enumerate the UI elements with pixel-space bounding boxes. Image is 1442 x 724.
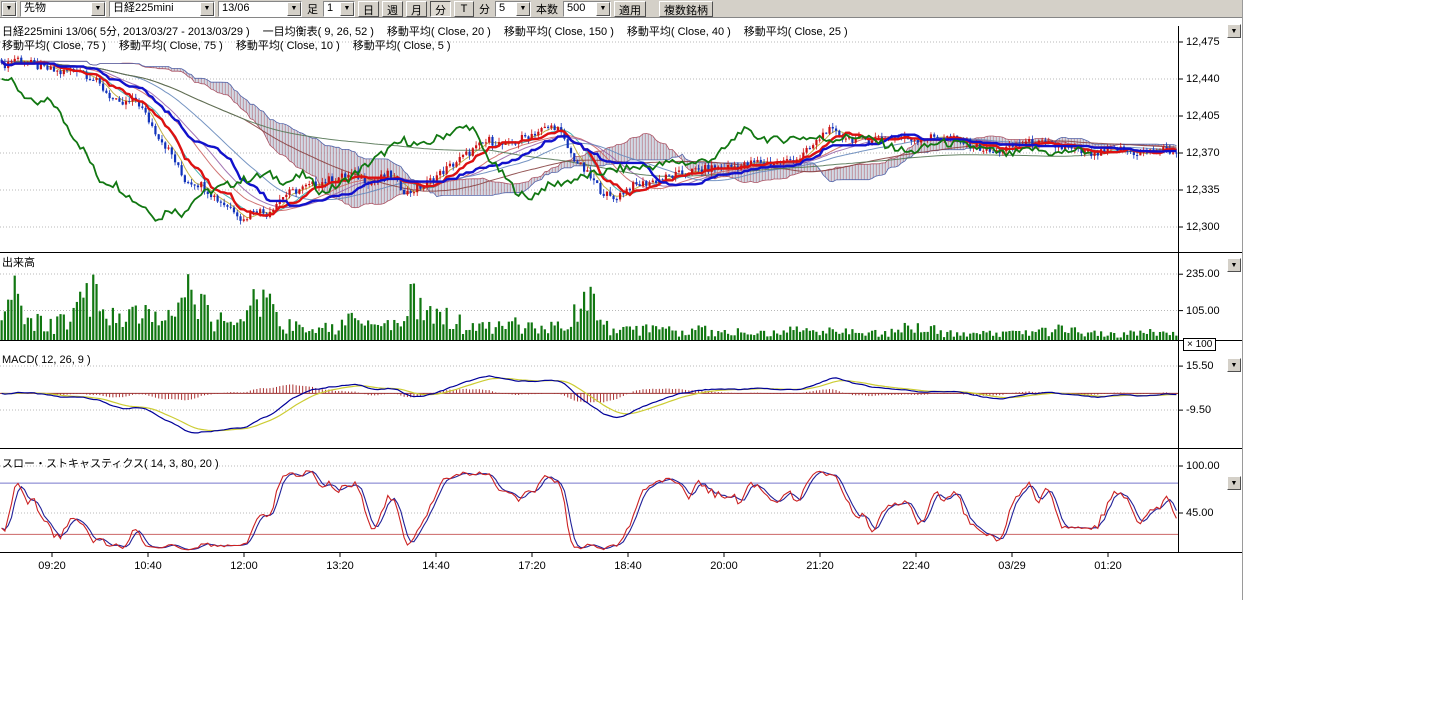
legend-item: 移動平均( Close, 75 ) xyxy=(119,37,223,53)
minute-interval-label: 分 xyxy=(477,1,492,17)
bar-count-value: 500 xyxy=(564,2,596,16)
volume-pane-title: 出来高 xyxy=(2,254,35,270)
period-tick-button[interactable]: T xyxy=(454,1,474,17)
minute-interval-dropdown[interactable]: 5 ▼ xyxy=(495,1,531,17)
legend-item: 移動平均( Close, 25 ) xyxy=(744,23,848,39)
period-month-button[interactable]: 月 xyxy=(406,1,427,17)
chevron-down-icon[interactable]: ▼ xyxy=(2,2,16,16)
bar-unit-dropdown[interactable]: 1 ▼ xyxy=(323,1,355,17)
toolbar: ▼ 先物 ▼ 日経225mini ▼ 13/06 ▼ 足 1 ▼ 日 週 月 分… xyxy=(0,0,1243,18)
legend-item: 移動平均( Close, 150 ) xyxy=(504,23,614,39)
chart-legend-row-2: 移動平均( Close, 75 ) 移動平均( Close, 75 ) 移動平均… xyxy=(2,37,451,53)
chevron-down-icon[interactable]: ▼ xyxy=(287,2,301,16)
chevron-down-icon[interactable]: ▼ xyxy=(340,2,354,16)
chart-area: 12,47512,44012,40512,37012,33512,300235.… xyxy=(0,18,1442,600)
chevron-down-icon[interactable]: ▼ xyxy=(91,2,105,16)
legend-item: 移動平均( Close, 75 ) xyxy=(2,37,106,53)
chart-canvas[interactable] xyxy=(0,18,1242,600)
legend-item: 移動平均( Close, 40 ) xyxy=(627,23,731,39)
period-week-button[interactable]: 週 xyxy=(382,1,403,17)
stoch-pane-menu-button[interactable]: ▼ xyxy=(1227,476,1241,490)
contract-dropdown-value: 13/06 xyxy=(219,2,287,16)
apply-button[interactable]: 適用 xyxy=(614,1,646,17)
price-pane-menu-button[interactable]: ▼ xyxy=(1227,24,1241,38)
symbol-dropdown-value: 日経225mini xyxy=(110,2,200,16)
stoch-pane-title: スロー・ストキャスティクス( 14, 3, 80, 20 ) xyxy=(2,455,219,471)
volume-unit-badge: × 100 xyxy=(1183,338,1216,351)
legend-item: 移動平均( Close, 5 ) xyxy=(353,37,451,53)
bar-type-label: 足 xyxy=(305,1,320,17)
bar-count-label: 本数 xyxy=(534,1,560,17)
multi-symbol-button[interactable]: 複数銘柄 xyxy=(659,1,713,17)
chevron-down-icon[interactable]: ▼ xyxy=(596,2,610,16)
legend-item: 移動平均( Close, 10 ) xyxy=(236,37,340,53)
bar-unit-value: 1 xyxy=(324,2,340,16)
chart-application-window: ▼ 先物 ▼ 日経225mini ▼ 13/06 ▼ 足 1 ▼ 日 週 月 分… xyxy=(0,0,1442,724)
market-dropdown-value: 先物 xyxy=(21,2,91,16)
chevron-down-icon[interactable]: ▼ xyxy=(200,2,214,16)
minute-interval-value: 5 xyxy=(496,2,516,16)
macd-pane-title: MACD( 12, 26, 9 ) xyxy=(2,354,91,366)
period-minute-button[interactable]: 分 xyxy=(430,1,451,17)
symbol-dropdown[interactable]: 日経225mini ▼ xyxy=(109,1,215,17)
market-dropdown[interactable]: 先物 ▼ xyxy=(20,1,106,17)
chevron-down-icon[interactable]: ▼ xyxy=(516,2,530,16)
window-edge-divider xyxy=(1242,0,1243,600)
bar-count-dropdown[interactable]: 500 ▼ xyxy=(563,1,611,17)
contract-dropdown[interactable]: 13/06 ▼ xyxy=(218,1,302,17)
volume-pane-menu-button[interactable]: ▼ xyxy=(1227,258,1241,272)
macd-pane-menu-button[interactable]: ▼ xyxy=(1227,358,1241,372)
corner-dropdown[interactable]: ▼ xyxy=(1,1,17,17)
period-day-button[interactable]: 日 xyxy=(358,1,379,17)
